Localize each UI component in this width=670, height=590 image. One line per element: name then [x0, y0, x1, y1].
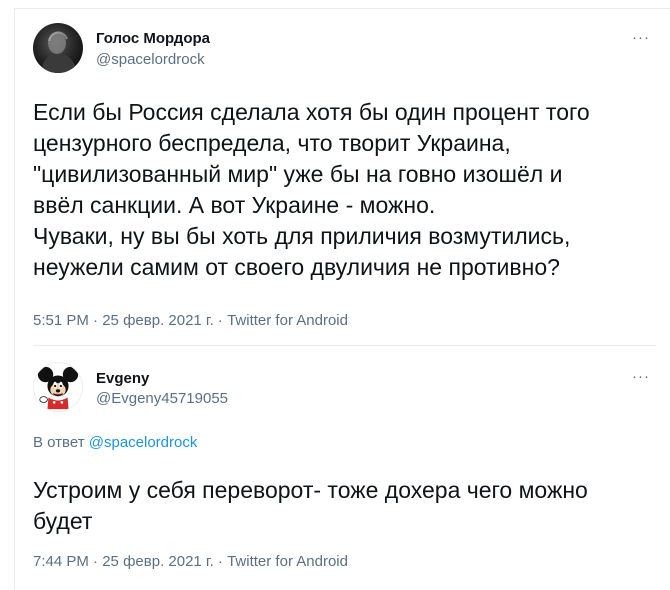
tweet-source[interactable]: Twitter for Android [227, 553, 348, 570]
meta-separator: · [88, 553, 103, 570]
avatar-evgeny[interactable] [33, 362, 83, 412]
tweet-meta: 5:51 PM · 25 февр. 2021 г. · Twitter for… [33, 312, 348, 329]
more-options-icon[interactable]: ··· [632, 29, 650, 46]
reply-context: В ответ @spacelordrock [33, 434, 197, 451]
tweet-source[interactable]: Twitter for Android [227, 312, 348, 329]
author-name[interactable]: Голос Мордора [96, 30, 210, 47]
more-options-icon[interactable]: ··· [632, 368, 650, 385]
meta-separator: · [213, 553, 228, 570]
tweet-date[interactable]: 25 февр. 2021 г. [102, 553, 214, 570]
meta-separator: · [88, 312, 103, 329]
tweet-date[interactable]: 25 февр. 2021 г. [102, 312, 214, 329]
reply-prefix: В ответ [33, 434, 89, 451]
author-handle[interactable]: @spacelordrock [96, 51, 205, 68]
meta-separator: · [213, 312, 228, 329]
author-handle[interactable]: @Evgeny45719055 [96, 390, 228, 407]
tweet-text: Устроим у себя переворот- тоже дохера че… [33, 477, 588, 534]
tweet-text: Если бы Россия сделала хотя бы один проц… [33, 99, 590, 280]
tweet-divider [33, 345, 656, 346]
tweet-time[interactable]: 7:44 PM [33, 553, 89, 570]
avatar-golos-mordora[interactable] [33, 23, 83, 73]
reply-mention-link[interactable]: @spacelordrock [89, 434, 198, 451]
tweet-time[interactable]: 5:51 PM [33, 312, 89, 329]
tweet-meta: 7:44 PM · 25 февр. 2021 г. · Twitter for… [33, 553, 348, 570]
author-name[interactable]: Evgeny [96, 370, 149, 387]
